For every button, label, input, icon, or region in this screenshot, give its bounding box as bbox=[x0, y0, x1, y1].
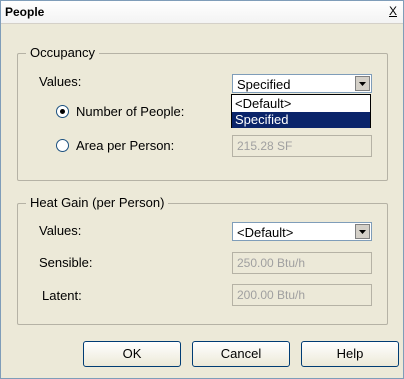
number-of-people-label: Number of People: bbox=[76, 104, 185, 119]
occupancy-values-select[interactable]: Specified bbox=[232, 74, 372, 93]
heat-gain-group-title: Heat Gain (per Person) bbox=[26, 195, 169, 210]
number-of-people-radio[interactable] bbox=[56, 105, 69, 118]
ok-button[interactable]: OK bbox=[83, 341, 181, 367]
latent-label: Latent: bbox=[42, 288, 82, 303]
occupancy-group-title: Occupancy bbox=[26, 45, 100, 60]
occupancy-values-label: Values: bbox=[39, 74, 82, 89]
people-dialog: People X Occupancy Values: Specified Num… bbox=[0, 0, 404, 379]
occupancy-values-selected: Specified bbox=[237, 77, 291, 92]
sensible-value: 250.00 Btu/h bbox=[237, 256, 306, 270]
area-per-person-value: 215.28 SF bbox=[237, 139, 293, 153]
occupancy-values-dropdown[interactable]: <Default> Specified bbox=[231, 94, 371, 128]
area-per-person-field[interactable]: 215.28 SF bbox=[232, 135, 372, 157]
help-button[interactable]: Help bbox=[301, 341, 399, 367]
close-icon: X bbox=[388, 4, 397, 18]
area-per-person-radio[interactable] bbox=[56, 139, 69, 152]
chevron-down-icon[interactable] bbox=[355, 76, 370, 91]
dropdown-option-specified[interactable]: Specified bbox=[232, 112, 370, 128]
dropdown-option-default[interactable]: <Default> bbox=[232, 96, 370, 112]
sensible-field[interactable]: 250.00 Btu/h bbox=[232, 252, 372, 274]
latent-field[interactable]: 200.00 Btu/h bbox=[232, 284, 372, 306]
close-button[interactable]: X bbox=[386, 4, 400, 18]
heat-gain-values-select[interactable]: <Default> bbox=[232, 222, 372, 241]
cancel-button[interactable]: Cancel bbox=[192, 341, 290, 367]
title-bar: People X bbox=[1, 1, 403, 24]
heat-gain-group: Heat Gain (per Person) Values: <Default>… bbox=[17, 195, 388, 325]
dialog-title: People bbox=[5, 5, 45, 19]
sensible-label: Sensible: bbox=[39, 255, 93, 270]
heat-gain-values-selected: <Default> bbox=[237, 225, 294, 240]
chevron-down-icon[interactable] bbox=[355, 224, 370, 239]
area-per-person-label: Area per Person: bbox=[76, 138, 175, 153]
latent-value: 200.00 Btu/h bbox=[237, 288, 306, 302]
heat-gain-values-label: Values: bbox=[39, 223, 82, 238]
